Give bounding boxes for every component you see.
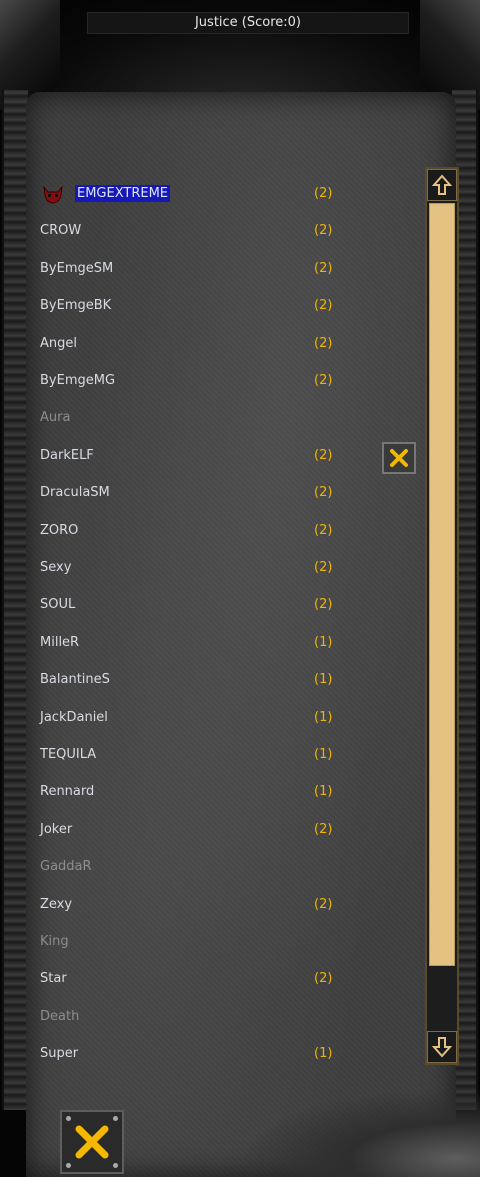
player-count: (1): [314, 747, 333, 762]
player-row[interactable]: ByEmgeBK (2): [40, 294, 340, 318]
player-row[interactable]: DarkELF (2): [40, 444, 340, 468]
player-name: GaddaR: [40, 859, 92, 874]
player-name: BalantineS: [40, 672, 110, 687]
close-button-small[interactable]: [382, 442, 416, 474]
frame-ornament-bottom-right: [240, 1087, 480, 1177]
player-count: (2): [314, 523, 333, 538]
scrollbar[interactable]: [425, 167, 459, 1065]
rivet: [113, 1163, 118, 1168]
player-name: Star: [40, 971, 67, 986]
rivet: [113, 1116, 118, 1121]
player-row[interactable]: EMGEXTREME (2): [40, 182, 340, 206]
player-row[interactable]: Death: [40, 1005, 340, 1029]
player-name: EMGEXTREME: [75, 185, 171, 202]
player-count: (2): [314, 448, 333, 463]
player-name: Zexy: [40, 897, 73, 912]
player-count: (2): [314, 485, 333, 500]
player-row[interactable]: ByEmgeMG (2): [40, 369, 340, 393]
player-row[interactable]: Star (2): [40, 967, 340, 991]
close-button[interactable]: [60, 1110, 124, 1174]
player-row[interactable]: SOUL (2): [40, 593, 340, 617]
rivet: [66, 1163, 71, 1168]
player-row[interactable]: TEQUILA (1): [40, 743, 340, 767]
player-count: (1): [314, 635, 333, 650]
player-row[interactable]: Joker (2): [40, 818, 340, 842]
player-name: JackDaniel: [40, 710, 108, 725]
player-count: (2): [314, 373, 333, 388]
player-row[interactable]: BalantineS (1): [40, 668, 340, 692]
player-name: SOUL: [40, 597, 76, 612]
player-name: ByEmgeBK: [40, 298, 112, 313]
player-name: DraculaSM: [40, 485, 110, 500]
player-name: Rennard: [40, 784, 95, 799]
player-count: (2): [314, 971, 333, 986]
player-count: (1): [314, 672, 333, 687]
player-count: (2): [314, 186, 333, 201]
player-row[interactable]: MilleR (1): [40, 631, 340, 655]
devil-icon: [43, 186, 63, 204]
player-name: Death: [40, 1009, 80, 1024]
player-count: (2): [314, 560, 333, 575]
player-row[interactable]: King: [40, 930, 340, 954]
close-icon: [75, 1125, 109, 1159]
player-row[interactable]: Aura: [40, 406, 340, 430]
player-row[interactable]: Sexy (2): [40, 556, 340, 580]
player-name: CROW: [40, 223, 82, 238]
player-row[interactable]: CROW (2): [40, 219, 340, 243]
player-count: (2): [314, 298, 333, 313]
close-icon: [390, 449, 408, 467]
player-row[interactable]: Super (1): [40, 1042, 340, 1066]
scroll-thumb[interactable]: [429, 203, 455, 966]
player-name: ByEmgeMG: [40, 373, 116, 388]
player-name: King: [40, 934, 69, 949]
player-name: Joker: [40, 822, 73, 837]
player-name: MilleR: [40, 635, 80, 650]
player-row[interactable]: Angel (2): [40, 332, 340, 356]
player-name: DarkELF: [40, 448, 94, 463]
scroll-up-button[interactable]: [427, 169, 457, 201]
player-count: (2): [314, 897, 333, 912]
player-name: ByEmgeSM: [40, 261, 114, 276]
arrow-up-icon: [432, 174, 452, 195]
player-row[interactable]: GaddaR: [40, 855, 340, 879]
player-count: (2): [314, 223, 333, 238]
arrow-down-icon: [432, 1037, 452, 1058]
player-count: (2): [314, 261, 333, 276]
player-name: Angel: [40, 336, 77, 351]
player-name: Super: [40, 1046, 79, 1061]
player-name: ZORO: [40, 523, 79, 538]
player-name: TEQUILA: [40, 747, 97, 762]
window-title: Justice (Score:0): [87, 12, 409, 34]
player-count: (1): [314, 784, 333, 799]
player-row[interactable]: Zexy (2): [40, 893, 340, 917]
player-name: Sexy: [40, 560, 72, 575]
player-row[interactable]: JackDaniel (1): [40, 706, 340, 730]
player-count: (2): [314, 597, 333, 612]
player-count: (2): [314, 822, 333, 837]
player-count: (1): [314, 710, 333, 725]
player-row[interactable]: ByEmgeSM (2): [40, 257, 340, 281]
rivet: [66, 1116, 71, 1121]
player-row[interactable]: DraculaSM (2): [40, 481, 340, 505]
player-name: Aura: [40, 410, 71, 425]
player-count: (2): [314, 336, 333, 351]
player-count: (1): [314, 1046, 333, 1061]
scroll-down-button[interactable]: [427, 1031, 457, 1063]
player-row[interactable]: ZORO (2): [40, 519, 340, 543]
player-row[interactable]: Rennard (1): [40, 780, 340, 804]
